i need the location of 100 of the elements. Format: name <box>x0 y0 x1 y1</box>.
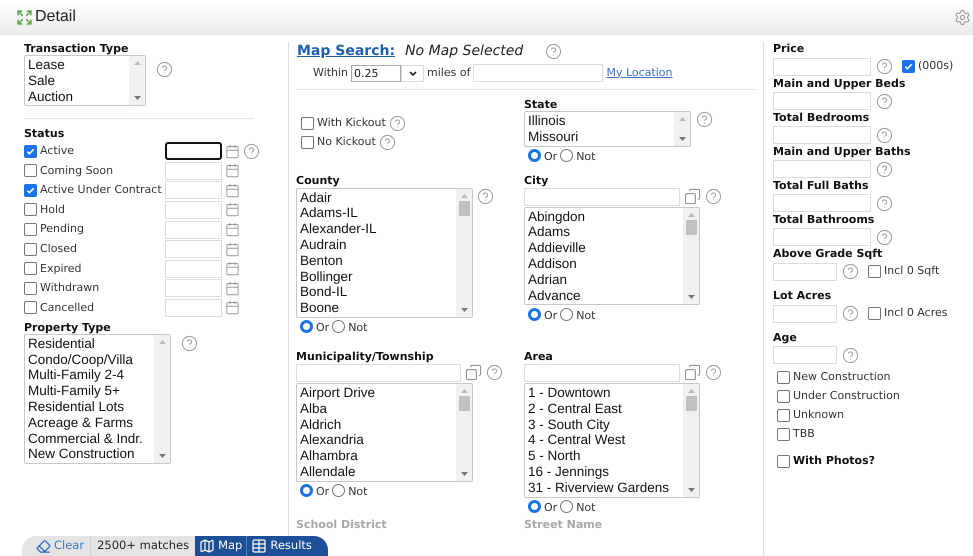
help-icon[interactable] <box>388 115 406 132</box>
radio-button[interactable] <box>528 308 541 321</box>
scroll-down-icon[interactable] <box>134 96 140 100</box>
settings-icon[interactable] <box>954 8 971 26</box>
scroll-down-icon[interactable] <box>460 472 468 476</box>
scroll-down-icon[interactable] <box>460 308 468 312</box>
list-option[interactable]: Allendale <box>300 464 456 480</box>
scroll-up-icon[interactable] <box>460 388 468 393</box>
checkbox[interactable] <box>24 223 37 236</box>
scrollbar[interactable] <box>456 188 472 317</box>
checkbox[interactable] <box>24 203 37 216</box>
list-box[interactable]: Adair Adams-IL Alexander-IL Audrain Benton Bollinger Bond-IL Boone <box>296 188 473 318</box>
list-option[interactable]: Adams-IL <box>300 205 456 222</box>
list-option[interactable]: Addieville <box>528 240 683 256</box>
list-box[interactable]: Illinois Missouri <box>524 111 691 147</box>
list-option[interactable]: Missouri <box>528 128 674 145</box>
radio-button[interactable] <box>300 320 313 334</box>
scrollbar[interactable] <box>674 112 690 146</box>
list-option[interactable]: Adair <box>300 190 456 206</box>
list-option[interactable]: Condo/Coop/Villa <box>28 352 154 368</box>
checkbox[interactable] <box>777 455 790 468</box>
calendar-icon[interactable] <box>225 280 240 296</box>
radius-field[interactable]: 0.25 <box>351 64 402 82</box>
list-option[interactable]: 4 - Central West <box>528 432 683 448</box>
list-option[interactable]: Adrian <box>528 272 683 288</box>
map-search-link[interactable]: Map Search: <box>297 40 396 62</box>
list-option[interactable]: Bollinger <box>300 268 456 284</box>
list-option[interactable]: 2 - Central East <box>528 400 683 417</box>
list-option[interactable]: Alexandria <box>300 432 456 448</box>
calendar-icon[interactable] <box>225 144 240 159</box>
checkbox[interactable] <box>24 164 37 178</box>
help-icon[interactable] <box>842 346 859 364</box>
list-box[interactable]: Airport Drive Alba Aldrich Alexandria Alhambra Allendale <box>296 382 473 482</box>
scrollbar[interactable] <box>683 208 699 304</box>
list-option[interactable]: Sale <box>28 72 129 89</box>
scroll-thumb[interactable] <box>686 396 696 411</box>
scroll-up-icon[interactable] <box>688 388 694 393</box>
list-option[interactable]: 16 - Jennings <box>528 464 683 480</box>
checkbox[interactable] <box>868 265 881 278</box>
list-option[interactable]: Multi-Family 2-4 <box>28 367 154 384</box>
windows-icon[interactable] <box>465 364 482 382</box>
list-option[interactable]: 31 - Riverview Gardens <box>528 480 683 496</box>
windows-icon[interactable] <box>684 188 701 206</box>
help-icon[interactable] <box>876 160 893 178</box>
list-option[interactable]: Addison <box>528 256 683 272</box>
scrollbar[interactable] <box>456 384 472 481</box>
list-option[interactable]: Residential Lots <box>28 398 154 415</box>
list-option[interactable]: Aldrich <box>300 416 456 432</box>
list-option[interactable]: Adams <box>528 224 683 240</box>
list-option[interactable]: 1 - Downtown <box>528 384 683 401</box>
expand-icon[interactable] <box>16 8 33 26</box>
list-option[interactable]: Bond-IL <box>300 284 456 300</box>
checkbox[interactable] <box>24 242 37 256</box>
radio-button[interactable] <box>560 500 574 514</box>
scroll-up-icon[interactable] <box>158 340 166 344</box>
list-box[interactable]: Residential Condo/Coop/Villa Multi-Family 2-4 Multi-Family 5+ Residential Lots Acreage & Farms Commercial & Indr. New Construction <box>24 334 171 464</box>
list-option[interactable]: Advance <box>528 288 683 304</box>
clear-button[interactable]: Clear <box>36 536 92 556</box>
checkbox[interactable] <box>24 282 37 295</box>
scrollbar[interactable] <box>129 56 145 106</box>
windows-icon[interactable] <box>684 364 701 382</box>
help-icon[interactable] <box>243 142 260 160</box>
radio-button[interactable] <box>332 320 346 334</box>
list-option[interactable]: Illinois <box>528 113 674 129</box>
help-icon[interactable] <box>876 194 893 212</box>
help-icon[interactable] <box>876 228 893 246</box>
list-option[interactable]: Multi-Family 5+ <box>28 383 154 399</box>
calendar-icon[interactable] <box>225 242 240 257</box>
list-option[interactable]: 3 - South City <box>528 416 683 432</box>
checkbox[interactable] <box>777 428 790 441</box>
scroll-up-icon[interactable] <box>688 212 694 217</box>
calendar-icon[interactable] <box>225 222 240 238</box>
map-button[interactable]: Map <box>195 536 248 556</box>
scroll-thumb[interactable] <box>458 200 470 216</box>
scrollbar[interactable] <box>154 334 170 464</box>
scroll-thumb[interactable] <box>686 220 696 235</box>
list-option[interactable]: New Construction <box>28 446 154 462</box>
help-icon[interactable] <box>378 134 396 151</box>
list-box[interactable]: 1 - Downtown 2 - Central East 3 - South City 4 - Central West 5 - North 16 - Jennings 31 - Riverview Gardens <box>524 382 700 498</box>
calendar-icon[interactable] <box>225 163 240 178</box>
list-option[interactable]: Residential <box>28 336 154 352</box>
scrollbar[interactable] <box>683 384 699 497</box>
radio-button[interactable] <box>528 500 541 514</box>
list-option[interactable]: Alexander-IL <box>300 221 456 237</box>
radio-button[interactable] <box>332 484 346 498</box>
scroll-up-icon[interactable] <box>678 117 686 121</box>
calendar-icon[interactable] <box>225 261 240 276</box>
list-option[interactable]: Airport Drive <box>300 384 456 401</box>
help-icon[interactable] <box>181 334 198 352</box>
checkbox[interactable] <box>24 144 37 158</box>
checkbox[interactable] <box>301 117 314 130</box>
my-location-link[interactable]: My Location <box>606 64 672 82</box>
help-icon[interactable] <box>545 42 562 60</box>
scroll-down-icon[interactable] <box>678 136 686 141</box>
list-option[interactable]: Auction <box>28 88 129 104</box>
help-icon[interactable] <box>842 263 859 280</box>
checkbox[interactable] <box>24 184 37 197</box>
list-option[interactable]: Acreage & Farms <box>28 414 154 431</box>
radio-button[interactable] <box>528 149 541 162</box>
checkbox[interactable] <box>777 371 790 384</box>
